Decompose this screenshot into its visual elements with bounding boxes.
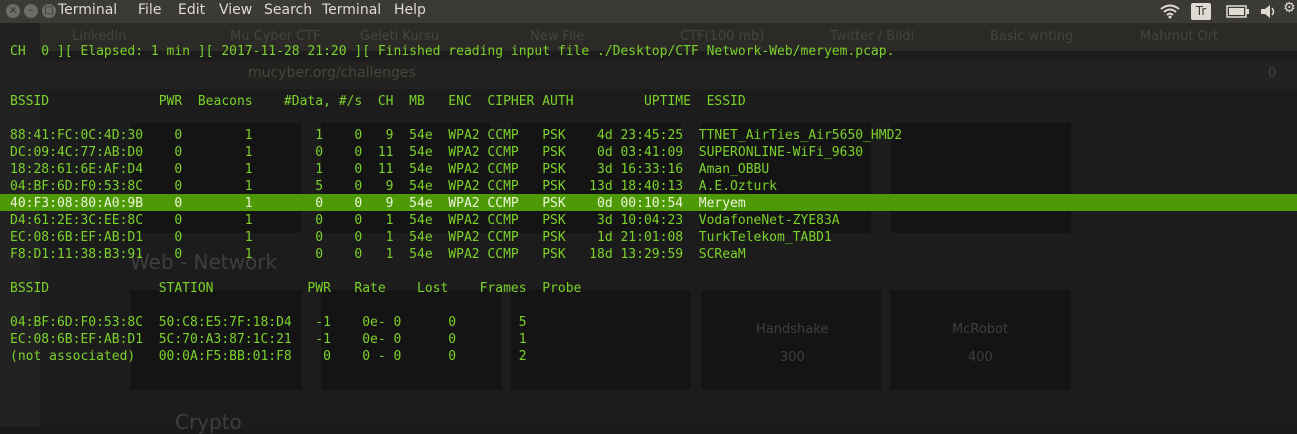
url-text[interactable]: mucyber.org/challenges [248,65,416,81]
card-label: McRobot [952,322,1009,337]
ap-row-selected: 40:F3:08:80:A0:9B 0 1 0 0 9 54e WPA2 CCM… [10,196,746,211]
menu-view[interactable]: View [219,2,252,18]
ap-row: DC:09:4C:77:AB:D0 0 1 0 0 11 54e WPA2 CC… [10,145,864,160]
ap-row: D4:61:2E:3C:EE:8C 0 1 0 0 1 54e WPA2 CCM… [10,213,840,228]
menu-edit[interactable]: Edit [178,2,205,18]
station-row: (not associated) 00:0A:F5:BB:01:F8 0 0 -… [10,349,527,364]
browser-tab[interactable]: Geleti Kursu [360,29,439,44]
app-title: Terminal [58,2,118,18]
menu-help[interactable]: Help [394,2,426,18]
extension-badge: 0 [1268,66,1277,81]
browser-tab[interactable]: Basic writing [990,29,1073,44]
browser-tab[interactable]: Mahmut Ort [1140,29,1218,44]
card-score: 400 [968,350,993,365]
close-icon[interactable]: × [6,4,20,18]
section-heading: Crypto [175,410,242,434]
status-line: CH 0 ][ Elapsed: 1 min ][ 2017-11-28 21:… [10,44,895,59]
settings-gear-icon[interactable]: ⚙ [1283,0,1296,16]
maximize-icon[interactable]: □ [42,4,56,18]
battery-icon[interactable] [1226,5,1250,18]
challenge-card[interactable] [701,290,881,390]
keyboard-layout-indicator[interactable]: Tr [1191,3,1211,20]
card-score: 300 [780,350,805,365]
menu-terminal[interactable]: Terminal [322,2,381,18]
volume-icon[interactable] [1260,4,1278,19]
menu-file[interactable]: File [138,2,161,18]
ap-row: 88:41:FC:0C:4D:30 0 1 1 0 9 54e WPA2 CCM… [10,128,903,143]
station-row: EC:08:6B:EF:AB:D1 5C:70:A3:87:1C:21 -1 0… [10,332,527,347]
ap-row: F8:D1:11:38:B3:91 0 1 0 0 1 54e WPA2 CCM… [10,247,746,262]
minimize-icon[interactable]: – [24,4,38,18]
ap-row: 04:BF:6D:F0:53:8C 0 1 5 0 9 54e WPA2 CCM… [10,179,778,194]
browser-tab[interactable]: New File [530,29,584,44]
ap-row: EC:08:6B:EF:AB:D1 0 1 0 0 1 54e WPA2 CCM… [10,230,832,245]
browser-tab[interactable]: Mu Cyber CTF [230,29,321,44]
browser-tab[interactable]: Twitter / Bildi [830,29,914,44]
menu-search[interactable]: Search [264,2,312,18]
wifi-icon[interactable] [1160,4,1180,19]
browser-address-bar[interactable] [40,61,1297,89]
challenge-card[interactable] [511,290,691,390]
ap-table-header: BSSID PWR Beacons #Data, #/s CH MB ENC C… [10,94,746,109]
station-table-header: BSSID STATION PWR Rate Lost Frames Probe [10,281,582,296]
browser-tab[interactable]: CTF(100 mb) [680,29,765,44]
challenge-card[interactable] [891,123,1071,233]
card-label: Handshake [756,322,829,337]
top-menu-bar: × – □ Terminal File Edit View Search Ter… [0,0,1297,23]
browser-tab[interactable]: LinkedIn [72,29,126,44]
ap-row: 18:28:61:6E:AF:D4 0 1 1 0 11 54e WPA2 CC… [10,162,770,177]
challenge-card[interactable] [891,290,1071,390]
station-row: 04:BF:6D:F0:53:8C 50:C8:E5:7F:18:D4 -1 0… [10,315,527,330]
